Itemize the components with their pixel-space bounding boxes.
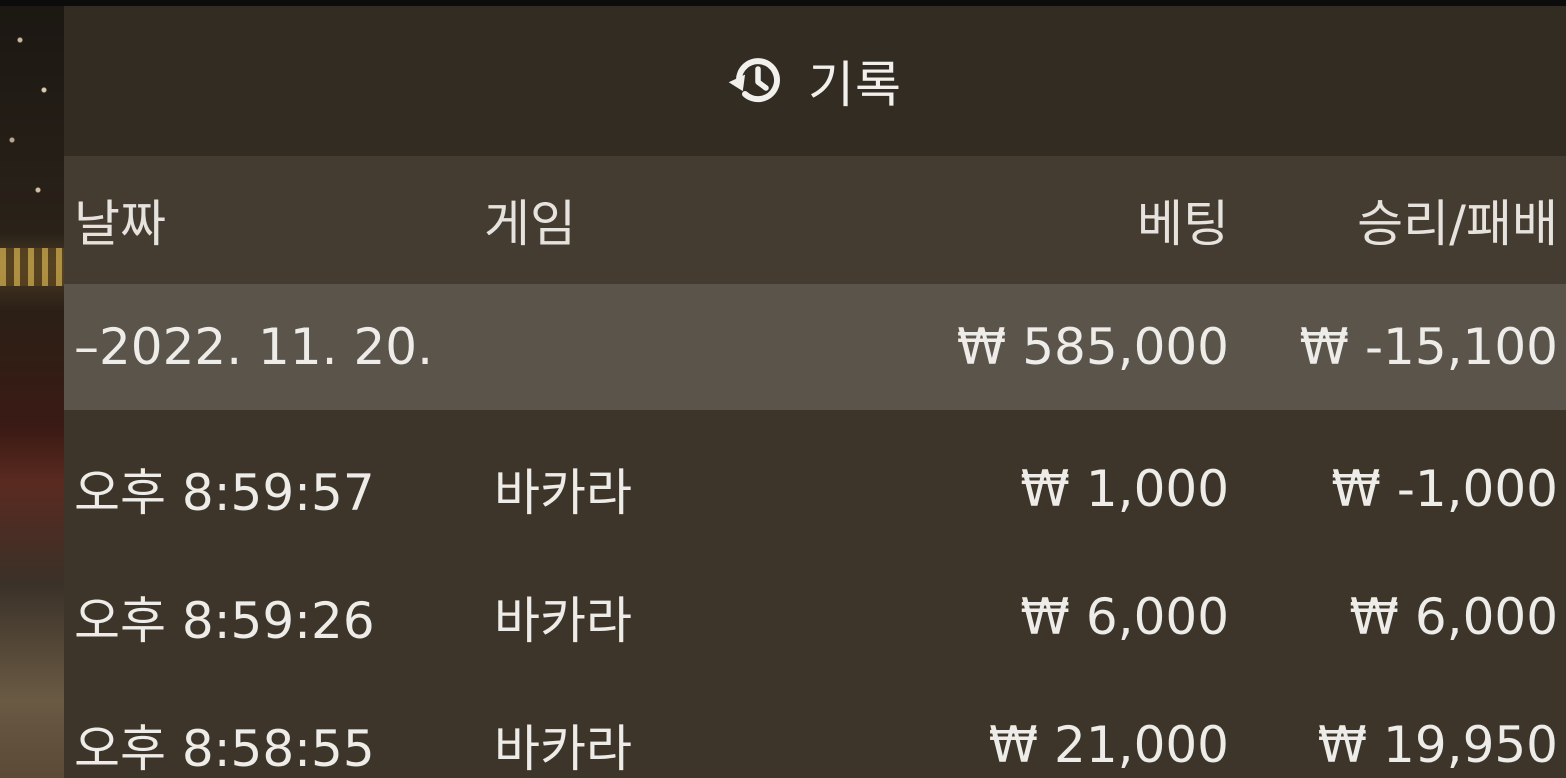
row-bet-value: 6,000 [1085, 588, 1229, 646]
won-currency: ₩ [1020, 588, 1070, 646]
row-game: 바카라 [494, 720, 632, 778]
summary-bet-value: 585,000 [1022, 318, 1229, 376]
row-time: 오후 8:58:55 [74, 720, 375, 778]
won-currency: ₩ [1331, 460, 1381, 518]
won-currency: ₩ [1020, 460, 1070, 518]
won-currency: ₩ [1299, 318, 1349, 376]
row-result-value: 6,000 [1414, 588, 1558, 646]
history-title-bar: 기록 [64, 6, 1566, 156]
row-time: 오후 8:59:26 [74, 592, 375, 650]
background-scene [0, 0, 64, 778]
column-header-date: 날짜 [74, 195, 166, 253]
title-text: 기록 [808, 56, 902, 114]
history-icon [728, 52, 786, 110]
summary-bet: ₩585,000 [957, 284, 1229, 410]
summary-result-value: -15,100 [1365, 318, 1558, 376]
row-result-value: -1,000 [1396, 460, 1558, 518]
column-header-result: 승리/패배 [1357, 195, 1558, 253]
row-bet: ₩6,000 [1020, 554, 1229, 680]
history-panel: 기록 날짜 게임 베팅 승리/패배 –2022. 11. 20. ₩585,00… [64, 6, 1566, 778]
column-header-game: 게임 [484, 195, 576, 253]
row-result: ₩ -1,000 [1331, 426, 1558, 552]
won-currency: ₩ [1349, 588, 1399, 646]
row-time: 오후 8:59:57 [74, 464, 375, 522]
row-game: 바카라 [494, 592, 632, 650]
column-header-bet: 베팅 [1137, 195, 1229, 253]
row-bet: ₩1,000 [1020, 426, 1229, 552]
row-bet: ₩21,000 [989, 682, 1229, 778]
won-currency: ₩ [988, 716, 1039, 774]
screen: 기록 날짜 게임 베팅 승리/패배 –2022. 11. 20. ₩585,00… [0, 0, 1566, 778]
summary-result: ₩ -15,100 [1300, 284, 1558, 410]
table-header: 날짜 게임 베팅 승리/패배 [64, 156, 1566, 284]
won-currency: ₩ [1317, 716, 1368, 774]
table-row[interactable]: 오후 8:59:26 바카라 ₩6,000 ₩6,000 [64, 554, 1566, 680]
row-result: ₩19,950 [1318, 682, 1558, 778]
date-summary-row[interactable]: –2022. 11. 20. ₩585,000 ₩ -15,100 [64, 284, 1566, 410]
table-row[interactable]: 오후 8:59:57 바카라 ₩1,000 ₩ -1,000 [64, 426, 1566, 552]
table-row[interactable]: 오후 8:58:55 바카라 ₩21,000 ₩19,950 [64, 682, 1566, 778]
row-result: ₩6,000 [1349, 554, 1558, 680]
summary-date: –2022. 11. 20. [74, 318, 433, 376]
history-title: 기록 [728, 45, 902, 117]
row-bet-value: 1,000 [1085, 460, 1229, 518]
row-result-value: 19,950 [1383, 716, 1558, 774]
row-game: 바카라 [494, 464, 632, 522]
won-currency: ₩ [956, 318, 1007, 376]
row-bet-value: 21,000 [1054, 716, 1229, 774]
